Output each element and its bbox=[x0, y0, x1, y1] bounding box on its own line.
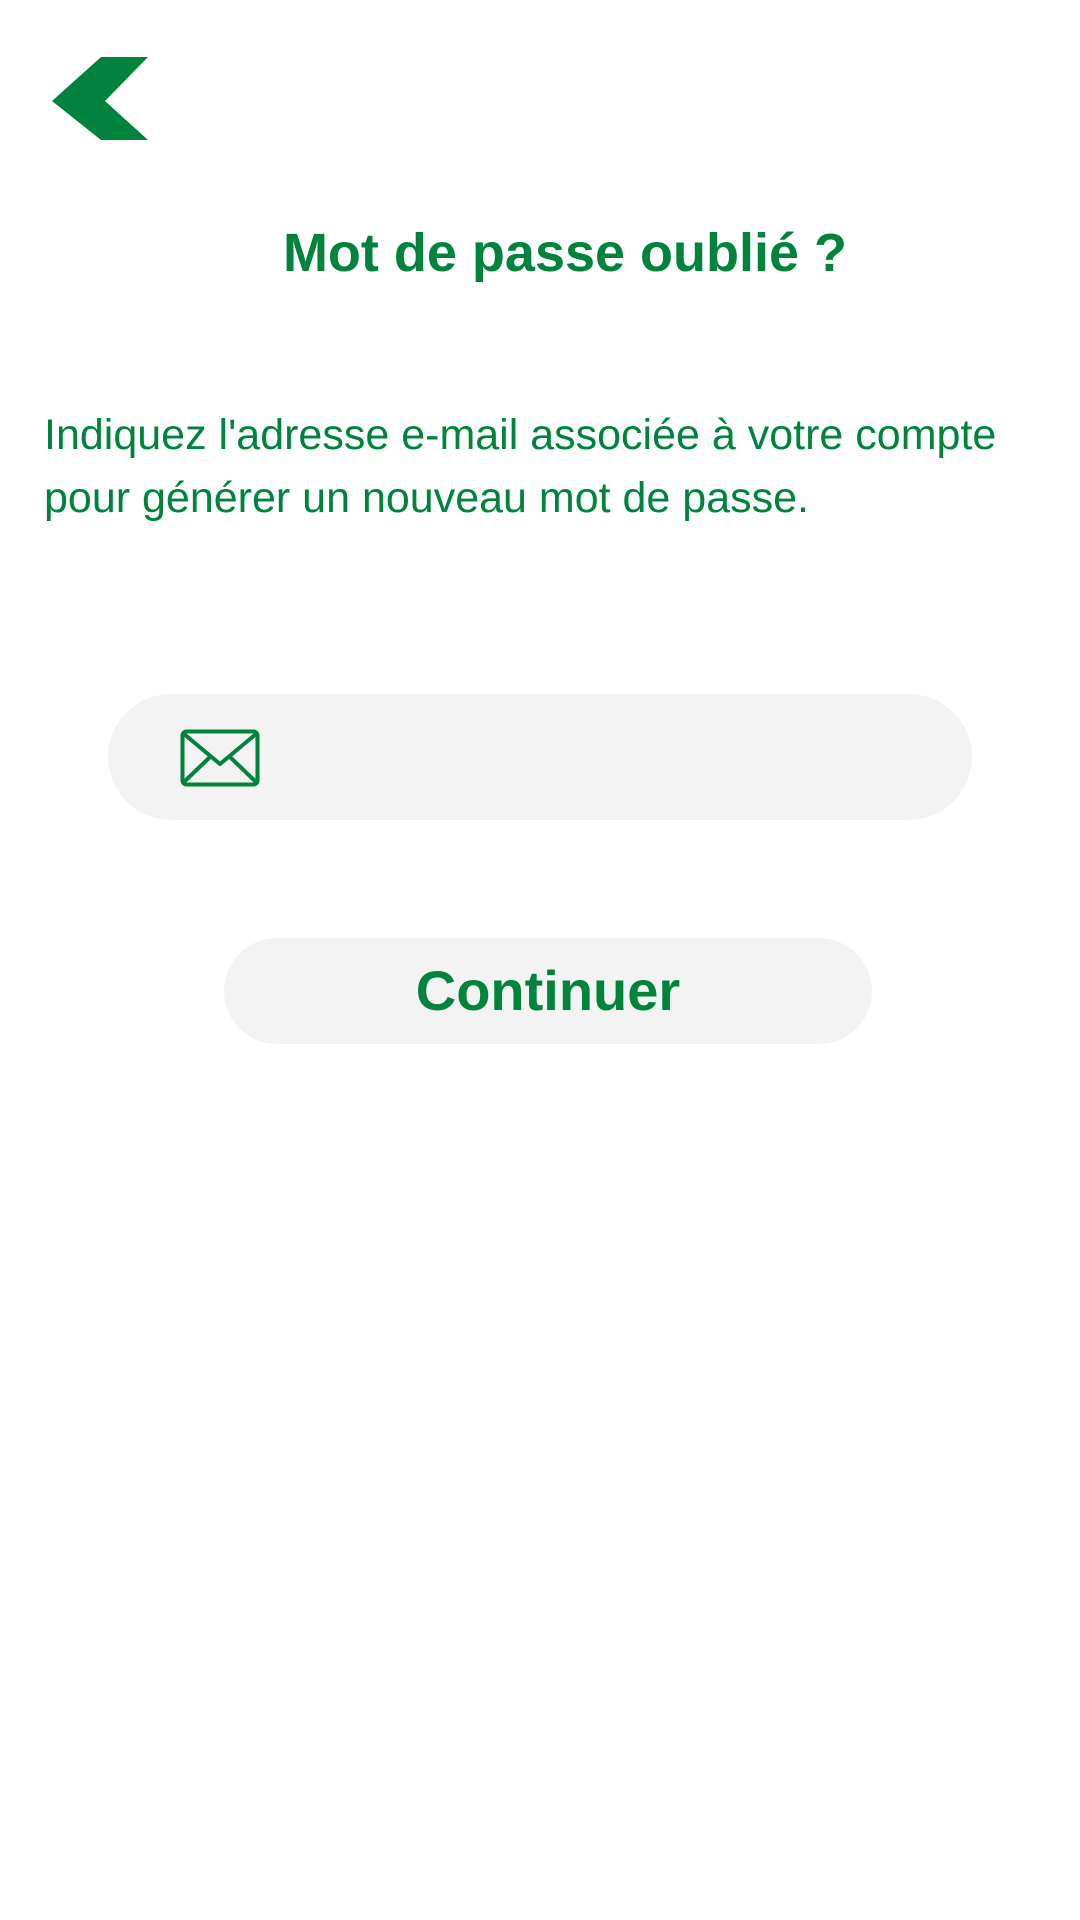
continue-button[interactable]: Continuer bbox=[224, 938, 872, 1044]
email-field[interactable] bbox=[108, 694, 972, 822]
back-button[interactable] bbox=[48, 52, 158, 142]
page-title: Mot de passe oublié ? bbox=[282, 223, 848, 283]
email-input[interactable] bbox=[288, 694, 932, 822]
page-description: Indiquez l'adresse e-mail associée à vot… bbox=[44, 411, 997, 522]
envelope-icon bbox=[180, 729, 260, 787]
chevron-left-icon bbox=[52, 57, 148, 140]
